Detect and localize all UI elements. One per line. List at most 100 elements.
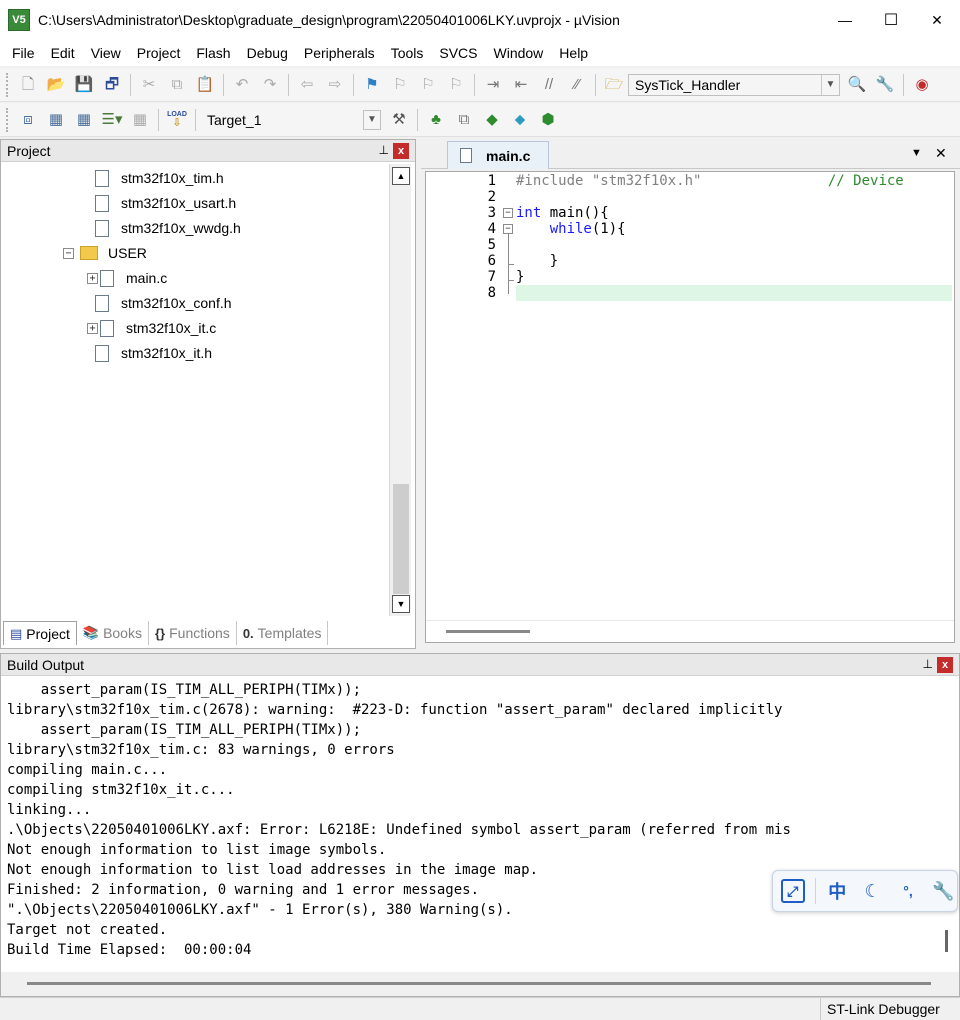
redo-icon[interactable]: ↷ [259, 74, 281, 96]
rte-icon[interactable]: ⬢ [537, 109, 559, 131]
open-folder-icon[interactable]: 📂 [45, 74, 67, 96]
close-icon[interactable]: x [393, 143, 409, 159]
scroll-thumb[interactable] [27, 982, 931, 985]
tab-functions[interactable]: {} Functions [147, 621, 236, 645]
prev-bookmark-icon[interactable]: ⚐ [389, 74, 411, 96]
undo-icon[interactable]: ↶ [231, 74, 253, 96]
menu-view[interactable]: View [83, 40, 129, 66]
fold-collapse-icon[interactable]: − [503, 208, 513, 218]
build-icon[interactable]: ▦ [45, 109, 67, 131]
save-all-icon[interactable]: 🗗 [101, 74, 123, 96]
code-line: } [516, 269, 524, 285]
maximize-button[interactable]: ☐ [868, 0, 914, 40]
tab-main-c[interactable]: main.c [447, 141, 550, 169]
tab-templates[interactable]: 0. Templates [235, 621, 329, 645]
collapse-icon[interactable]: − [63, 247, 74, 259]
scroll-thumb[interactable] [446, 630, 530, 633]
build-output-horizontal-scrollbar[interactable] [1, 972, 959, 996]
tree-item[interactable]: stm32f10x_it.h [95, 342, 212, 364]
close-button[interactable]: ✕ [914, 0, 960, 40]
scroll-thumb[interactable] [945, 930, 948, 952]
build-output-text[interactable]: assert_param(IS_TIM_ALL_PERIPH(TIMx)); l… [7, 680, 937, 970]
find-icon[interactable]: 🔍 [846, 74, 868, 96]
fold-collapse-icon[interactable]: − [503, 224, 513, 234]
pin-icon[interactable]: ⊥ [379, 143, 389, 157]
toolbar-grip[interactable] [6, 107, 10, 132]
menu-window[interactable]: Window [486, 40, 552, 66]
menu-debug[interactable]: Debug [239, 40, 296, 66]
chevron-down-icon[interactable]: ▼ [363, 109, 381, 130]
close-tab-icon[interactable]: ✕ [935, 145, 947, 162]
tab-books[interactable]: 📚 Books [77, 621, 148, 645]
tree-item[interactable]: stm32f10x_wwdg.h [95, 217, 241, 239]
bookmark-icon[interactable]: ⚑ [361, 74, 383, 96]
translate-icon[interactable]: ⧈ [17, 109, 39, 131]
moon-icon[interactable]: ☾ [859, 877, 886, 905]
clear-bookmarks-icon[interactable]: ⚐ [445, 74, 467, 96]
copy-icon[interactable]: ⧉ [166, 74, 188, 96]
tree-item-label: stm32f10x_it.h [121, 345, 213, 361]
uncomment-icon[interactable]: ⁄⁄ [566, 74, 588, 96]
expand-icon[interactable]: + [87, 272, 98, 284]
toolbar-divider [195, 108, 196, 131]
scroll-up-icon[interactable]: ▲ [392, 167, 410, 185]
menu-peripherals[interactable]: Peripherals [296, 40, 383, 66]
tree-scrollbar[interactable]: ▲ ▼ [389, 164, 411, 616]
ime-switch-icon[interactable]: ⤢ [781, 879, 805, 903]
tree-item[interactable]: + stm32f10x_it.c [87, 317, 216, 339]
punctuation-icon[interactable]: °, [894, 877, 921, 905]
tree-item[interactable]: stm32f10x_usart.h [95, 192, 236, 214]
cut-icon[interactable]: ✂ [138, 74, 160, 96]
expand-icon[interactable]: + [87, 322, 98, 334]
chevron-down-icon[interactable]: ▼ [821, 74, 839, 95]
rebuild-icon[interactable]: ▦ [73, 109, 95, 131]
save-icon[interactable]: 💾 [73, 74, 95, 96]
stop-build-icon[interactable]: ▦ [129, 109, 151, 131]
new-file-icon[interactable]: 🗋 [17, 74, 39, 96]
batch-build-icon[interactable]: ☰▾ [101, 109, 123, 131]
select-packs-icon[interactable]: ◆ [481, 109, 503, 131]
file-extensions-icon[interactable]: ⧉ [453, 109, 475, 131]
scroll-thumb[interactable] [393, 484, 409, 594]
debug-session-icon[interactable]: ◉ [911, 74, 933, 96]
menu-edit[interactable]: Edit [43, 40, 83, 66]
build-output-vertical-scrollbar[interactable] [941, 678, 959, 972]
toolbar-grip[interactable] [6, 72, 10, 97]
menu-help[interactable]: Help [551, 40, 596, 66]
code-editor[interactable]: 1 2 3 4 5 6 7 8 − − #include "stm32f10x.… [425, 171, 955, 643]
unindent-icon[interactable]: ⇤ [510, 74, 532, 96]
minimize-button[interactable]: — [822, 0, 868, 40]
navigate-back-icon[interactable]: ⇦ [296, 74, 318, 96]
menu-svcs[interactable]: SVCS [431, 40, 485, 66]
paste-icon[interactable]: 📋 [194, 74, 216, 96]
download-icon[interactable]: LOAD ⇩ [166, 109, 188, 131]
tree-item-main-c[interactable]: + main.c [87, 267, 167, 289]
target-options-icon[interactable]: ⚒ [388, 109, 410, 131]
next-bookmark-icon[interactable]: ⚐ [417, 74, 439, 96]
tree-item[interactable]: stm32f10x_conf.h [95, 292, 232, 314]
tree-item[interactable]: stm32f10x_tim.h [95, 167, 224, 189]
find-in-files-icon[interactable]: 🗁 [603, 74, 625, 96]
manage-components-icon[interactable]: ♣ [425, 109, 447, 131]
editor-horizontal-scrollbar[interactable] [426, 620, 954, 642]
close-icon[interactable]: x [937, 657, 953, 673]
menu-project[interactable]: Project [129, 40, 189, 66]
tree-folder-user[interactable]: − USER [63, 242, 147, 264]
tab-list-dropdown-icon[interactable]: ▼ [911, 147, 922, 159]
code-lines[interactable]: #include "stm32f10x.h" // Device int mai… [516, 172, 952, 620]
target-combo[interactable]: Target_1 ▼ [200, 108, 382, 131]
ime-language-toggle[interactable]: 中 [824, 877, 851, 905]
menu-flash[interactable]: Flash [188, 40, 238, 66]
comment-icon[interactable]: // [538, 74, 560, 96]
menu-file[interactable]: File [4, 40, 43, 66]
scroll-down-icon[interactable]: ▼ [392, 595, 410, 613]
menu-tools[interactable]: Tools [383, 40, 432, 66]
navigate-forward-icon[interactable]: ⇨ [324, 74, 346, 96]
debug-config-icon[interactable]: 🔧 [874, 74, 896, 96]
function-combo[interactable]: SysTick_Handler ▼ [628, 73, 840, 96]
pack-installer-icon[interactable]: ⬥ [509, 109, 531, 131]
wrench-icon[interactable]: 🔧 [930, 877, 957, 905]
pin-icon[interactable]: ⊥ [923, 657, 933, 671]
indent-icon[interactable]: ⇥ [482, 74, 504, 96]
tab-project[interactable]: ▤ Project [3, 621, 77, 645]
